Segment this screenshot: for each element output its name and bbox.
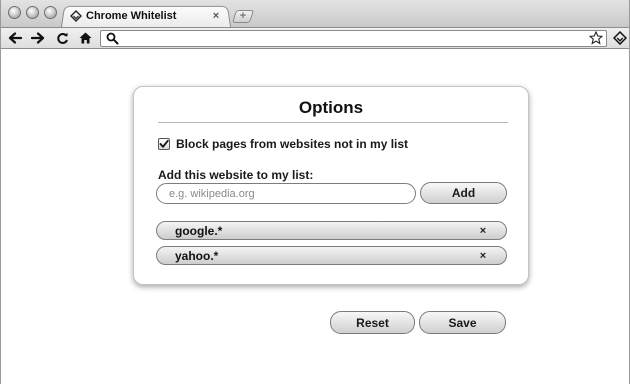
site-pattern: google.*: [175, 223, 223, 238]
save-button[interactable]: Save: [419, 311, 506, 334]
site-url-input[interactable]: [156, 183, 416, 204]
forward-button[interactable]: [29, 29, 47, 47]
close-window-button[interactable]: [8, 6, 21, 19]
remove-icon[interactable]: ×: [476, 249, 490, 263]
block-checkbox-label[interactable]: Block pages from websites not in my list: [176, 137, 408, 151]
checkmark-icon: [159, 139, 169, 148]
tab-title: Chrome Whitelist: [86, 10, 177, 22]
page-title: Options: [298, 98, 364, 117]
reload-button[interactable]: [53, 29, 71, 47]
search-icon: [106, 32, 119, 45]
back-button[interactable]: [6, 29, 24, 47]
forward-arrow-icon: [31, 32, 45, 44]
block-option-row[interactable]: Block pages from websites not in my list: [158, 137, 408, 151]
tab-chrome-whitelist[interactable]: Chrome Whitelist ×: [63, 6, 229, 26]
tab-strip: Chrome Whitelist × +: [1, 0, 629, 27]
home-icon: [79, 32, 91, 44]
browser-window: Chrome Whitelist × + Options Block pages…: [0, 0, 630, 384]
diamond-shield-icon: [69, 9, 83, 23]
tab-close-icon[interactable]: ×: [209, 9, 223, 23]
reset-button[interactable]: Reset: [330, 311, 415, 334]
list-item: yahoo.* ×: [156, 246, 507, 265]
plus-icon: +: [239, 10, 247, 22]
home-button[interactable]: [76, 29, 94, 47]
star-icon: [589, 31, 603, 45]
add-site-label: Add this website to my list:: [158, 168, 314, 182]
reload-icon: [56, 32, 68, 44]
browser-toolbar: [1, 27, 629, 49]
add-button[interactable]: Add: [420, 182, 507, 204]
remove-icon[interactable]: ×: [476, 224, 490, 238]
minimize-window-button[interactable]: [26, 6, 39, 19]
new-tab-button[interactable]: +: [231, 10, 255, 23]
site-pattern: yahoo.*: [175, 248, 219, 263]
address-bar[interactable]: [100, 30, 607, 47]
list-item: google.* ×: [156, 221, 507, 240]
options-panel: Options Block pages from websites not in…: [133, 86, 529, 285]
zoom-window-button[interactable]: [44, 6, 57, 19]
extension-button[interactable]: [611, 29, 629, 47]
extension-icon: [613, 31, 627, 45]
back-arrow-icon: [8, 32, 22, 44]
block-checkbox[interactable]: [158, 138, 170, 150]
title-divider: [158, 122, 508, 123]
